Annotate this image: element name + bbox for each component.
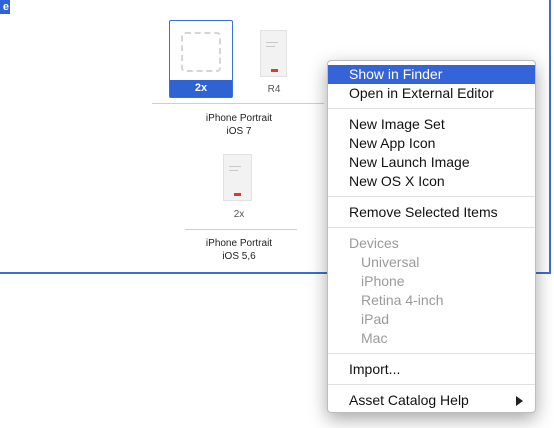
- empty-slot-placeholder-icon: [181, 32, 221, 72]
- group-label-ios56: iPhone Portrait iOS 5,6: [179, 237, 299, 263]
- menu-item-new-image-set[interactable]: New Image Set: [328, 115, 535, 134]
- menu-item-device-ipad: iPad: [361, 311, 390, 327]
- launch-image-thumbnail-r4[interactable]: [260, 30, 287, 77]
- menu-item-remove-selected[interactable]: Remove Selected Items: [328, 203, 535, 222]
- menu-item-asset-catalog-help[interactable]: Asset Catalog Help: [328, 391, 535, 410]
- group-divider: [185, 229, 297, 230]
- menu-item-open-external-editor[interactable]: Open in External Editor: [328, 84, 535, 103]
- menu-item-new-app-icon[interactable]: New App Icon: [328, 134, 535, 153]
- menu-item-new-osx-icon[interactable]: New OS X Icon: [328, 172, 535, 191]
- menu-item-label: Asset Catalog Help: [349, 392, 469, 408]
- slot-scale-label-r4: R4: [267, 84, 281, 95]
- menu-separator: [328, 227, 535, 228]
- menu-separator: [328, 196, 535, 197]
- menu-item-import[interactable]: Import...: [328, 360, 535, 379]
- group-device-label: iPhone Portrait: [205, 113, 273, 124]
- launch-image-thumbnail-ios56[interactable]: [223, 154, 252, 201]
- image-slot-ios7-2x[interactable]: 2x: [169, 20, 233, 98]
- menu-separator: [328, 353, 535, 354]
- menu-item-device-mac: Mac: [361, 330, 388, 346]
- menu-separator: [328, 384, 535, 385]
- group-os-label: iOS 5,6: [222, 251, 256, 262]
- menu-header-devices: Devices: [349, 235, 399, 251]
- group-label-ios7: iPhone Portrait iOS 7: [179, 112, 299, 138]
- menu-item-device-retina-4-inch: Retina 4-inch: [361, 292, 444, 308]
- triangle-right-icon: [516, 396, 523, 406]
- menu-item-device-universal: Universal: [361, 254, 420, 270]
- group-device-label: iPhone Portrait: [205, 238, 273, 249]
- corner-badge: e: [0, 0, 10, 14]
- group-os-label: iOS 7: [226, 126, 252, 137]
- menu-item-device-iphone: iPhone: [361, 273, 405, 289]
- slot-scale-label-ios56: 2x: [233, 209, 245, 220]
- slot-scale-label: 2x: [170, 80, 232, 97]
- context-menu: Show in Finder Open in External Editor N…: [327, 60, 536, 413]
- menu-item-show-in-finder[interactable]: Show in Finder: [328, 65, 535, 84]
- menu-separator: [328, 108, 535, 109]
- menu-item-new-launch-image[interactable]: New Launch Image: [328, 153, 535, 172]
- group-divider: [152, 103, 324, 104]
